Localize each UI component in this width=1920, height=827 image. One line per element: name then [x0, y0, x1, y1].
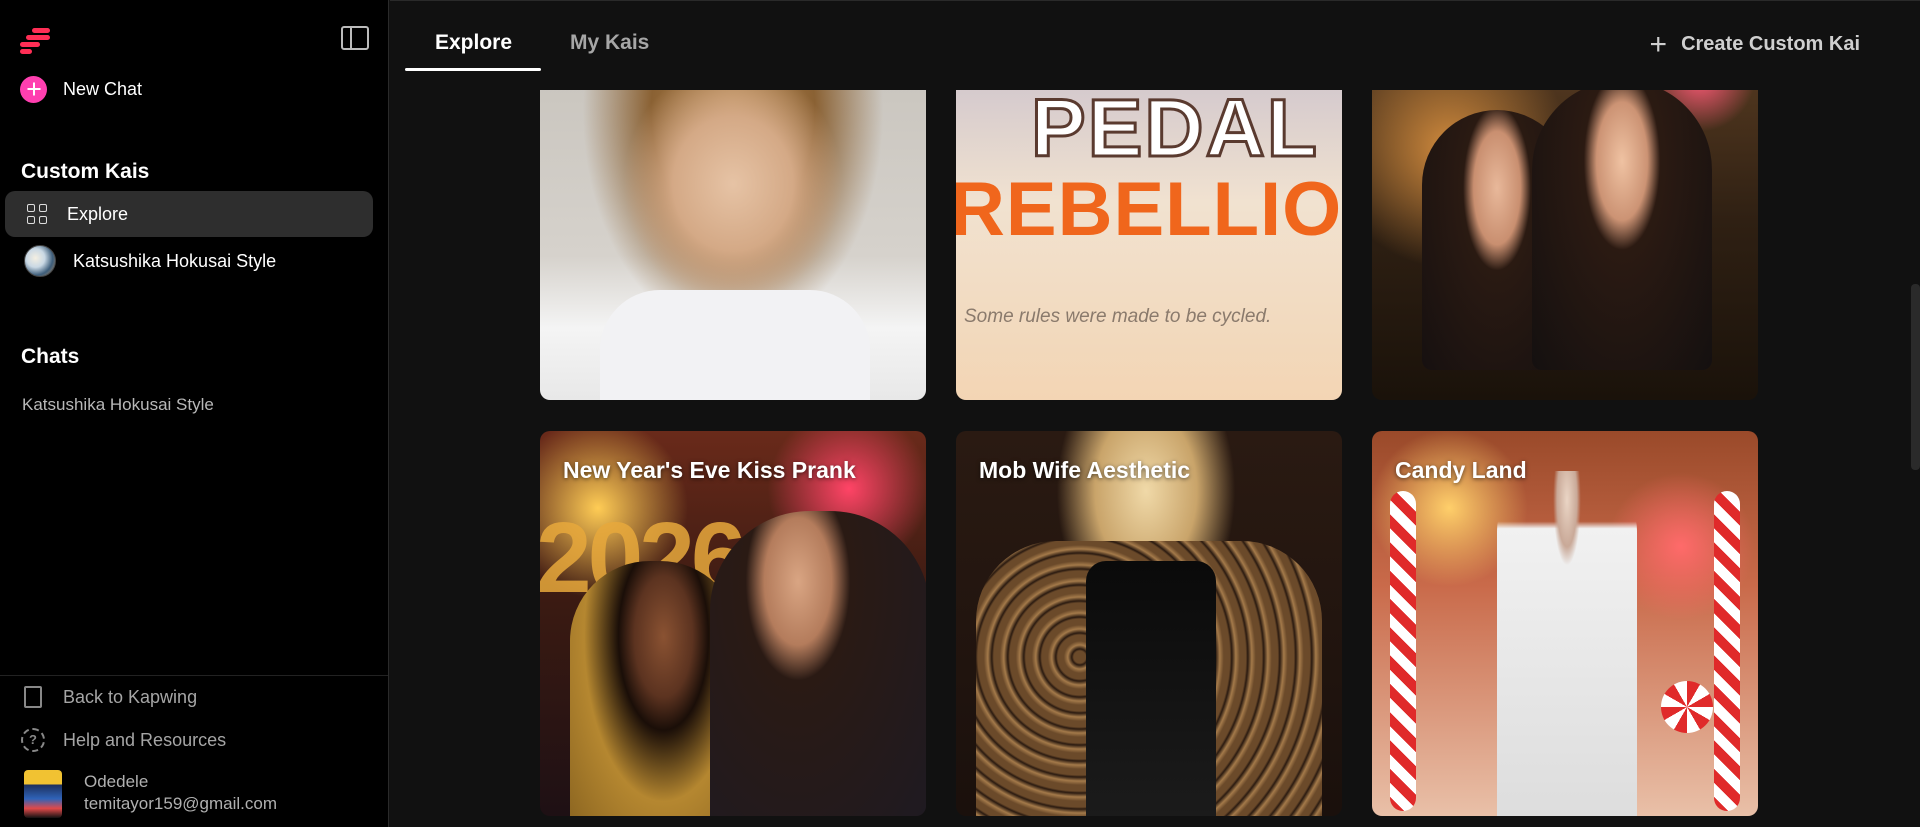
- card-image: [1661, 681, 1713, 733]
- kai-card-pedal-rebellion[interactable]: PEDAL REBELLION Some rules were made to …: [956, 40, 1342, 400]
- tab-explore[interactable]: Explore: [435, 31, 512, 55]
- sidebar-item-label: Explore: [67, 203, 129, 224]
- card-title: Candy Land: [1395, 457, 1527, 483]
- sidebar-item-explore[interactable]: Explore: [5, 191, 373, 237]
- custom-kais-heading: Custom Kais: [21, 160, 150, 183]
- card-image: [710, 511, 926, 816]
- kapwing-logo-icon[interactable]: [20, 28, 52, 54]
- kai-card-portrait[interactable]: [540, 40, 926, 400]
- kai-card-new-years-kiss[interactable]: 2026 New Year's Eve Kiss Prank: [540, 431, 926, 816]
- sidebar-item-hokusai[interactable]: Katsushika Hokusai Style: [5, 238, 373, 284]
- tab-my-kais[interactable]: My Kais: [570, 31, 649, 55]
- back-to-kapwing-link[interactable]: Back to Kapwing: [21, 686, 197, 708]
- create-custom-kai-button[interactable]: + Create Custom Kai: [1649, 27, 1860, 61]
- card-image: [1532, 80, 1712, 370]
- new-chat-button[interactable]: New Chat: [20, 75, 143, 103]
- chats-heading: Chats: [21, 345, 80, 368]
- plus-circle-icon: [20, 75, 47, 103]
- kai-card-mob-wife[interactable]: Mob Wife Aesthetic: [956, 431, 1342, 816]
- grid-icon: [27, 204, 47, 224]
- divider: [0, 675, 388, 676]
- plus-icon: +: [1649, 27, 1668, 61]
- door-exit-icon: [24, 686, 42, 708]
- card-image: PEDAL REBELLION Some rules were made to …: [956, 82, 1342, 400]
- avatar[interactable]: [24, 770, 62, 818]
- card-image: [1714, 491, 1740, 811]
- card-title: Mob Wife Aesthetic: [979, 457, 1191, 483]
- active-tab-indicator: [405, 68, 541, 71]
- card-image: [1086, 561, 1216, 816]
- user-name: Odedele: [84, 772, 149, 791]
- card-image-text: PEDAL: [1030, 82, 1319, 176]
- kai-avatar: [24, 245, 56, 277]
- kai-card-couple[interactable]: [1372, 40, 1758, 400]
- user-email: temitayor159@gmail.com: [84, 794, 277, 813]
- back-link-label: Back to Kapwing: [63, 686, 198, 707]
- sidebar: New Chat Custom Kais Explore Katsushika …: [0, 0, 389, 827]
- card-image: [1390, 491, 1416, 811]
- kai-card-candy-land[interactable]: Candy Land: [1372, 431, 1758, 816]
- new-chat-label: New Chat: [63, 78, 143, 99]
- card-image-text: REBELLION: [956, 167, 1342, 252]
- help-resources-link[interactable]: ? Help and Resources: [21, 728, 226, 752]
- card-image-text: Some rules were made to be cycled.: [964, 306, 1272, 327]
- app-root: New Chat Custom Kais Explore Katsushika …: [0, 0, 1920, 827]
- card-title: New Year's Eve Kiss Prank: [563, 457, 856, 483]
- sidebar-item-label: Katsushika Hokusai Style: [73, 250, 277, 271]
- help-circle-icon: ?: [21, 728, 45, 752]
- create-button-label: Create Custom Kai: [1681, 33, 1860, 55]
- card-image: [1497, 471, 1637, 816]
- sidebar-collapse-icon[interactable]: [341, 26, 369, 50]
- scrollbar[interactable]: [1911, 284, 1920, 470]
- chat-item[interactable]: Katsushika Hokusai Style: [22, 395, 214, 415]
- help-link-label: Help and Resources: [63, 729, 227, 750]
- card-image: [600, 290, 870, 400]
- top-bar: Explore My Kais + Create Custom Kai: [390, 0, 1920, 90]
